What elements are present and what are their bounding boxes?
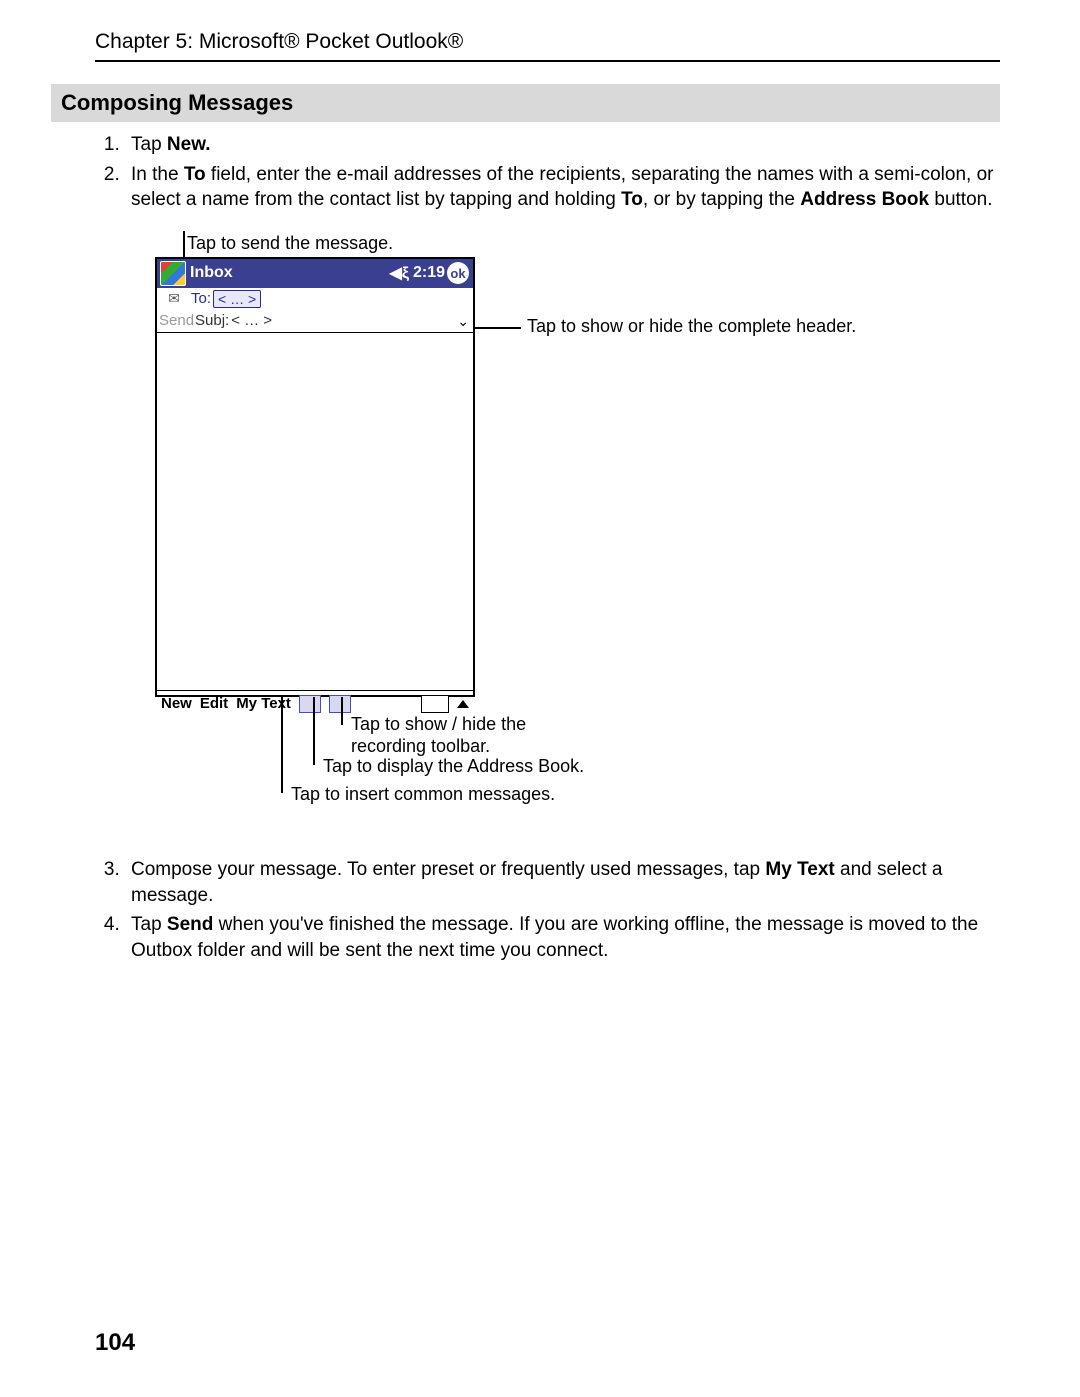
app-title: Inbox <box>190 264 233 282</box>
step4-p1: Tap <box>131 914 167 935</box>
callout-line-b3 <box>281 697 283 793</box>
ok-button[interactable]: ok <box>447 262 469 284</box>
to-label: To: <box>191 290 211 307</box>
step1-bold: New. <box>167 134 211 155</box>
step2-p4: button. <box>929 189 992 210</box>
to-field[interactable]: < … > <box>213 290 261 308</box>
step4-b1: Send <box>167 914 213 935</box>
step4-p2: when you've finished the message. If you… <box>131 914 978 961</box>
recording-toolbar-icon[interactable] <box>329 695 351 713</box>
step2-b2: To <box>621 189 643 210</box>
callout-line-right <box>475 327 521 329</box>
step-3: Compose your message. To enter preset or… <box>125 857 1000 908</box>
subj-label: Subj: <box>195 312 229 329</box>
callout-right-text: Tap to show or hide the complete header. <box>527 316 856 336</box>
step-1: Tap New. <box>125 132 1000 158</box>
page-number: 104 <box>95 1329 135 1357</box>
steps-list-cont: Compose your message. To enter preset or… <box>95 857 1000 964</box>
start-icon[interactable] <box>160 261 186 286</box>
steps-list: Tap New. In the To field, enter the e-ma… <box>95 132 1000 213</box>
titlebar: Inbox ◀ξ 2:19 ok <box>157 259 473 288</box>
step3-b1: My Text <box>765 859 834 880</box>
figure: Tap to send the message. Inbox ◀ξ 2:19 o… <box>141 237 1000 837</box>
step2-p1: In the <box>131 164 184 185</box>
callout-line-b1 <box>341 697 343 725</box>
callout-right: Tap to show or hide the complete header. <box>527 315 856 338</box>
step2-b3: Address Book <box>800 189 929 210</box>
step3-p1: Compose your message. To enter preset or… <box>131 859 765 880</box>
keyboard-icon[interactable] <box>421 695 449 713</box>
callout-b1: Tap to show / hide the recording toolbar… <box>351 713 571 758</box>
section-title: Composing Messages <box>61 90 293 115</box>
arrow-up-icon[interactable] <box>457 700 469 708</box>
callout-line-b2 <box>313 697 315 765</box>
callout-top: Tap to send the message. <box>187 233 393 254</box>
chapter-header: Chapter 5: Microsoft® Pocket Outlook® <box>95 30 1000 62</box>
device-screenshot: Inbox ◀ξ 2:19 ok ✉ To: < … > Send Subj: … <box>155 257 475 697</box>
step2-b1: To <box>184 164 206 185</box>
menu-edit[interactable]: Edit <box>200 695 228 712</box>
header-fields: ✉ To: < … > Send Subj: < … > ⌄ <box>157 288 473 333</box>
callout-b2: Tap to display the Address Book. <box>323 755 584 778</box>
message-body[interactable] <box>157 333 473 690</box>
step1-prefix: Tap <box>131 134 167 155</box>
address-book-icon[interactable] <box>299 695 321 713</box>
subj-field[interactable]: < … > <box>231 312 272 329</box>
step2-p3: , or by tapping the <box>643 189 800 210</box>
section-title-bar: Composing Messages <box>51 84 1000 122</box>
chapter-text: Chapter 5: Microsoft® Pocket Outlook® <box>95 30 463 53</box>
mail-icon[interactable]: ✉ <box>157 290 191 307</box>
volume-icon[interactable]: ◀ξ <box>390 263 409 283</box>
callout-b3: Tap to insert common messages. <box>291 783 555 806</box>
clock: 2:19 <box>413 264 445 282</box>
step-4: Tap Send when you've finished the messag… <box>125 912 1000 963</box>
step-2: In the To field, enter the e-mail addres… <box>125 162 1000 213</box>
chevron-down-icon[interactable]: ⌄ <box>457 313 469 330</box>
send-button[interactable]: Send <box>157 312 193 329</box>
menu-new[interactable]: New <box>161 695 192 712</box>
